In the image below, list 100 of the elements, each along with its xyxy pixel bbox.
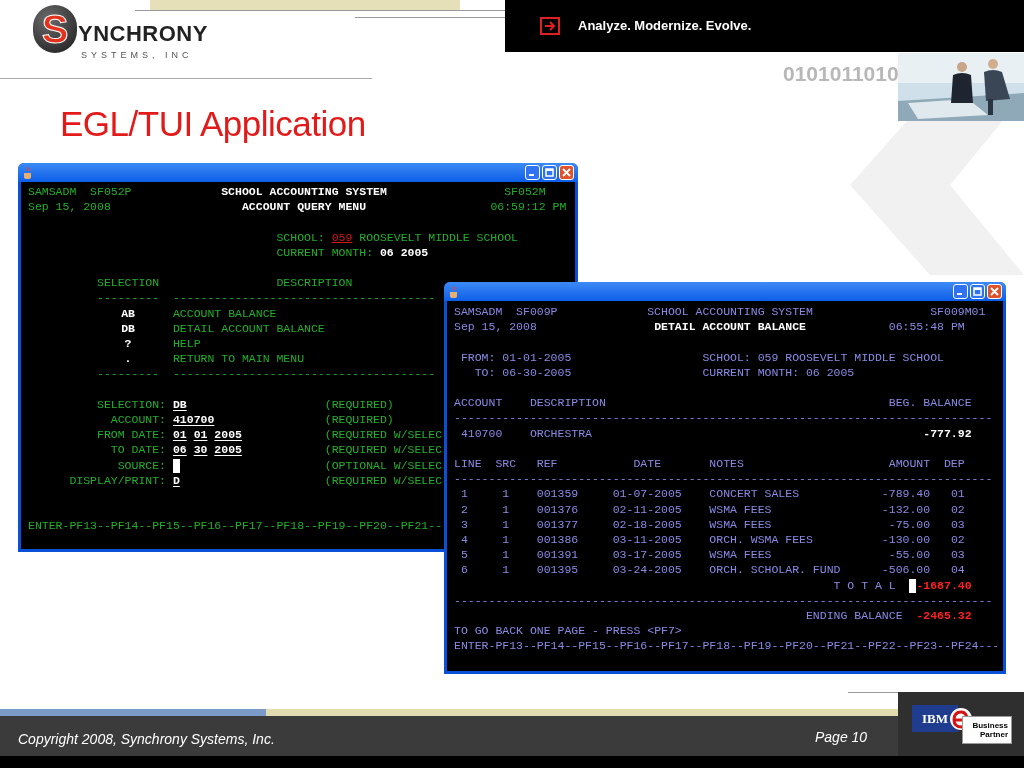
- table-cell: 6: [460, 563, 468, 578]
- date-text: Sep 15, 2008: [454, 320, 537, 335]
- table-cell: 03-17-2005: [612, 548, 682, 563]
- minimize-button[interactable]: [525, 165, 540, 180]
- column-header: REF: [536, 457, 558, 471]
- school-code: 059: [331, 230, 353, 245]
- menu-option[interactable]: RETURN TO MAIN MENU: [172, 352, 305, 367]
- table-cell: WSMA FEES: [709, 502, 772, 517]
- close-button[interactable]: [987, 284, 1002, 299]
- binary-text: 0101011010: [783, 61, 899, 87]
- close-icon: [990, 287, 999, 296]
- column-header: DESCRIPTION: [529, 396, 606, 411]
- table-cell: ORCH. SCHOLAR. FUND: [709, 563, 841, 578]
- table-cell: WSMA FEES: [709, 517, 772, 532]
- copyright-text: Copyright 2008, Synchrony Systems, Inc.: [18, 730, 275, 749]
- table-cell: 1: [502, 533, 510, 547]
- maximize-button[interactable]: [542, 165, 557, 180]
- table-cell: -132.00: [881, 502, 931, 517]
- table-cell: -75.00: [888, 517, 931, 532]
- column-header: SRC: [495, 457, 517, 471]
- dashed-rule: ------------------------------------------------------------------------------: [454, 593, 993, 608]
- menu-option[interactable]: ACCOUNT BALANCE: [172, 306, 277, 321]
- dashed-rule: ------------------------------------------------------------------------------: [454, 411, 993, 426]
- time-text: 06:55:48 PM: [888, 320, 965, 335]
- table-cell: 3: [460, 517, 468, 532]
- input-field[interactable]: DB: [172, 397, 187, 412]
- maximize-button[interactable]: [970, 284, 985, 299]
- month-value: 06 2005: [379, 245, 429, 260]
- field-label: SELECTION:: [97, 397, 166, 412]
- slogan: Analyze. Modernize. Evolve.: [578, 17, 752, 36]
- column-header: DATE: [633, 457, 662, 471]
- hint-text: TO GO BACK ONE PAGE - PRESS <PF7>: [454, 624, 682, 639]
- field-note: (REQUIRED W/SELEC: [324, 473, 443, 488]
- table-cell: 1: [502, 487, 510, 502]
- column-header: SELECTION: [97, 276, 160, 291]
- slide-title: EGL/TUI Application: [60, 106, 366, 141]
- logo-mark: S: [33, 5, 77, 53]
- table-cell: -55.00: [888, 548, 931, 563]
- table-cell: 02-11-2005: [612, 502, 682, 517]
- table-cell: WSMA FEES: [709, 548, 772, 563]
- input-field[interactable]: 2005: [214, 428, 242, 443]
- field-label: SOURCE:: [117, 458, 166, 473]
- maximize-icon: [545, 168, 554, 177]
- column-header: DESCRIPTION: [276, 276, 353, 291]
- table-cell: 001376: [536, 502, 579, 517]
- table-cell: -130.00: [881, 533, 931, 547]
- total-label: T O T A L: [833, 578, 896, 593]
- table-cell: -777.92: [923, 426, 972, 441]
- table-cell: 5: [460, 548, 468, 563]
- input-field[interactable]: 2005: [214, 443, 242, 458]
- column-header: ACCOUNT: [454, 396, 503, 411]
- input-field[interactable]: 30: [193, 443, 208, 458]
- dashed-rule: ---------: [97, 367, 160, 382]
- table-cell: 1: [502, 548, 510, 563]
- field-label: TO DATE:: [110, 443, 167, 458]
- ibm-logo: IBM: [912, 705, 958, 732]
- minimize-button[interactable]: [953, 284, 968, 299]
- option-code: ?: [123, 337, 133, 351]
- table-cell: 001391: [536, 548, 579, 563]
- table-cell: 03-24-2005: [612, 563, 682, 578]
- column-header: DEP: [943, 457, 965, 471]
- input-field[interactable]: 01: [193, 428, 208, 443]
- maximize-icon: [973, 287, 982, 296]
- time-text: 06:59:12 PM: [490, 200, 567, 215]
- table-cell: ORCH. WSMA FEES: [709, 533, 813, 547]
- user-program-text: SAMSADM SF052P: [28, 185, 132, 199]
- dashed-rule: --------------------------------------: [172, 367, 436, 382]
- logo-tagline: SYSTEMS, INC: [81, 51, 194, 60]
- input-field[interactable]: 06: [172, 443, 187, 458]
- field-label: SCHOOL:: [276, 230, 325, 245]
- menu-option[interactable]: HELP: [172, 337, 201, 351]
- input-field[interactable]: D: [172, 473, 180, 488]
- close-button[interactable]: [559, 165, 574, 180]
- function-keys: ENTER-PF13--PF14--PF15--PF16--PF17--PF18--PF19--PF20--PF21--: [28, 519, 443, 534]
- table-cell: 1: [502, 502, 510, 517]
- cup-icon: [22, 165, 34, 180]
- screen-title: ACCOUNT QUERY MENU: [241, 200, 367, 215]
- system-title: SCHOOL ACCOUNTING SYSTEM: [221, 185, 387, 199]
- field-note: (OPTIONAL W/SELEC: [324, 458, 443, 473]
- option-code: .: [123, 352, 133, 367]
- table-cell: 04: [950, 563, 965, 578]
- close-icon: [562, 168, 571, 177]
- page-number: Page 10: [815, 728, 868, 747]
- table-cell: 4: [460, 533, 468, 547]
- field-note: (REQUIRED W/SELEC: [324, 428, 443, 443]
- dashed-rule: ------------------------------------------------------------------------------: [454, 472, 993, 487]
- logo-name: YNCHRONY: [78, 23, 208, 45]
- ending-balance-label: ENDING BALANCE: [805, 609, 903, 623]
- table-cell: 001377: [536, 517, 579, 532]
- table-cell: 001386: [536, 533, 579, 547]
- table-cell: 03: [950, 517, 965, 532]
- table-cell: 001359: [536, 487, 579, 502]
- input-field[interactable]: 01: [172, 428, 187, 443]
- menu-option[interactable]: DETAIL ACCOUNT BALANCE: [172, 321, 325, 336]
- field-note: (REQUIRED): [324, 397, 394, 412]
- user-program-text: SAMSADM SF009P: [454, 305, 558, 319]
- field-label: CURRENT MONTH:: [276, 245, 374, 260]
- input-field[interactable]: 410700: [172, 413, 215, 427]
- column-header: AMOUNT: [888, 457, 931, 471]
- option-code: AB: [120, 306, 136, 321]
